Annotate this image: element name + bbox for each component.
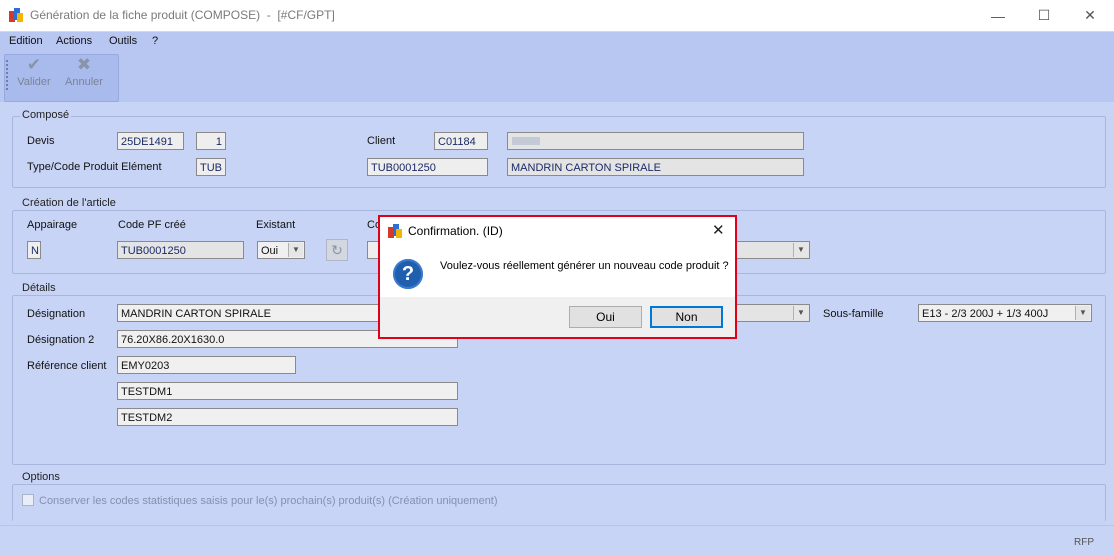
cancel-label: Annuler (65, 76, 103, 88)
famille-select[interactable]: ▼ (735, 304, 810, 322)
designation-field[interactable]: MANDRIN CARTON SPIRALE (117, 304, 381, 322)
menu-edition[interactable]: Edition (9, 35, 43, 47)
dialog-close-button[interactable]: ✕ (712, 221, 725, 239)
refresh-icon: ↻ (331, 242, 343, 258)
devis-field[interactable]: 25DE1491 (117, 132, 184, 150)
dropdown-arrow-icon: ▼ (1075, 306, 1090, 320)
toolbar: ✔ Valider ✖ Annuler (0, 52, 1114, 102)
reference-field[interactable]: EMY0203 (117, 356, 296, 374)
status-text: RFP (1074, 537, 1094, 548)
dropdown-arrow-icon: ▼ (793, 306, 808, 320)
yes-button[interactable]: Oui (569, 306, 642, 328)
options-title: Options (20, 471, 62, 483)
refresh-button[interactable]: ↻ (326, 239, 348, 261)
dropdown-arrow-icon: ▼ (288, 243, 303, 257)
redacted-block (512, 137, 540, 145)
cross-icon: ✖ (76, 55, 92, 74)
code-pf-label: Code PF créé (118, 219, 186, 231)
title-bar: Génération de la fiche produit (COMPOSE)… (0, 0, 1114, 32)
sousfamille-select[interactable]: E13 - 2/3 200J + 1/3 400J ▼ (918, 304, 1092, 322)
minimize-button[interactable]: — (975, 0, 1021, 31)
client-label: Client (367, 135, 396, 147)
close-button[interactable]: ✕ (1067, 0, 1113, 31)
dialog-message: Voulez-vous réellement générer un nouvea… (440, 260, 729, 272)
existant-select[interactable]: Oui ▼ (257, 241, 305, 259)
app-icon (9, 8, 23, 22)
appairage-label: Appairage (27, 219, 78, 231)
no-button[interactable]: Non (650, 306, 723, 328)
app-icon (388, 224, 402, 238)
cancel-button[interactable]: ✖ Annuler (58, 54, 110, 98)
designation2-label: Désignation 2 (27, 334, 95, 346)
conserver-label: Conserver les codes statistiques saisis … (39, 495, 498, 507)
dialog-button-bar: Oui Non (380, 297, 735, 337)
dialog-title: Confirmation. (ID) (408, 224, 503, 238)
sousfamille-label: Sous-famille (823, 308, 884, 320)
client-code-field[interactable]: C01184 (434, 132, 488, 150)
compose-group (12, 116, 1106, 188)
code-pf-field[interactable]: TUB0001250 (117, 241, 244, 259)
menu-bar: Edition Actions Outils ? (0, 32, 1114, 52)
creation-title: Création de l'article (20, 197, 118, 209)
appairage-field[interactable]: N (27, 241, 41, 259)
validate-label: Valider (17, 76, 51, 88)
details-title: Détails (20, 282, 58, 294)
validate-button[interactable]: ✔ Valider (8, 54, 60, 98)
window-title: Génération de la fiche produit (COMPOSE)… (30, 8, 335, 22)
menu-help[interactable]: ? (152, 35, 158, 47)
type-code-label: Type/Code Produit Elément (27, 161, 162, 173)
conserver-checkbox[interactable] (22, 494, 34, 506)
extra2-field[interactable]: TESTDM2 (117, 408, 458, 426)
extra1-field[interactable]: TESTDM1 (117, 382, 458, 400)
maximize-button[interactable]: ☐ (1021, 0, 1067, 31)
client-name-field[interactable] (507, 132, 804, 150)
dropdown-arrow-icon: ▼ (793, 243, 808, 257)
compose-title: Composé (20, 109, 72, 121)
menu-actions[interactable]: Actions (56, 35, 92, 47)
devis-label: Devis (27, 135, 55, 147)
sousfamille-value: E13 - 2/3 200J + 1/3 400J (922, 308, 1049, 320)
status-bar: RFP (0, 525, 1114, 555)
product-name-field[interactable]: MANDRIN CARTON SPIRALE (507, 158, 804, 176)
menu-outils[interactable]: Outils (109, 35, 137, 47)
reference-label: Référence client (27, 360, 107, 372)
question-icon: ? (393, 259, 423, 289)
devis-index-field[interactable]: 1 (196, 132, 226, 150)
existant-value: Oui (261, 245, 279, 257)
check-icon: ✔ (26, 55, 42, 74)
product-code-field[interactable]: TUB0001250 (367, 158, 488, 176)
existant-label: Existant (256, 219, 296, 231)
type-field[interactable]: TUB (196, 158, 226, 176)
confirmation-dialog: Confirmation. (ID) ✕ ? Voulez-vous réell… (378, 215, 737, 339)
creation-hidden-select[interactable]: ▼ (735, 241, 810, 259)
designation-label: Désignation (27, 308, 86, 320)
